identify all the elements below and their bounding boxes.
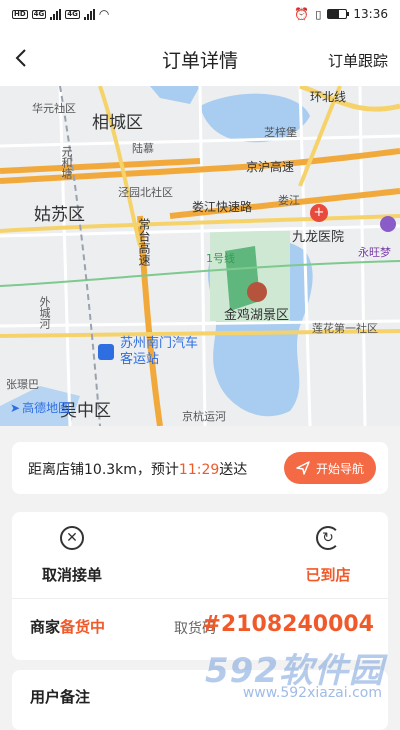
start-navigation-button[interactable]: 开始导航 xyxy=(284,452,376,484)
navigation-arrow-icon xyxy=(296,461,310,475)
hd-badge: HD xyxy=(12,10,28,19)
status-bar-right: ⏰ ▯ 13:36 xyxy=(294,7,388,21)
map-label-jiulong: 九龙医院 xyxy=(292,226,344,245)
clock: 13:36 xyxy=(353,7,388,21)
map-label-waicheng: 外城河 xyxy=(36,296,52,329)
pickup-code: #2108240004 xyxy=(202,612,374,637)
user-remark-label: 用户备注 xyxy=(30,686,90,707)
order-action-card: ✕ 取消接单 ↻ 已到店 商家备货中 取货码 #2108240004 xyxy=(12,512,388,660)
map-label-yongwang: 永旺梦 xyxy=(358,244,391,260)
cancel-order-button[interactable]: ✕ 取消接单 xyxy=(12,526,132,585)
bus-station-marker-icon[interactable] xyxy=(98,344,114,360)
map-label-jingquan: 泾园北社区 xyxy=(118,184,173,200)
map-label-zhangjing: 张璟巴 xyxy=(6,376,39,392)
signal-icon xyxy=(50,9,61,20)
map-label-xiangcheng: 相城区 xyxy=(92,108,143,133)
status-bar: HD 4G 4G ◠ ⏰ ▯ 13:36 xyxy=(0,0,400,30)
location-arrow-icon: ➤ xyxy=(10,401,20,415)
map-label-jinghang: 京杭运河 xyxy=(182,408,226,424)
map-label-changtai: 常台高速 xyxy=(136,218,153,266)
arrived-store-label: 已到店 xyxy=(268,564,388,585)
amap-logo: ➤ 高德地图 xyxy=(10,399,70,416)
mall-marker-icon[interactable] xyxy=(380,216,396,232)
battery-icon xyxy=(327,9,347,19)
alarm-icon: ⏰ xyxy=(294,7,309,21)
network-4g-badge-2: 4G xyxy=(65,10,80,19)
map-label-huayuan: 华元社区 xyxy=(32,100,76,116)
start-navigation-label: 开始导航 xyxy=(316,460,364,477)
map-label-busstation: 苏州南门汽车客运站 xyxy=(120,336,200,368)
map-label-jinjihu: 金鸡湖景区 xyxy=(224,304,289,323)
distance-prefix: 距离店铺10.3km，预计 xyxy=(28,462,179,478)
amap-logo-text: 高德地图 xyxy=(22,399,70,416)
distance-suffix: 送达 xyxy=(219,462,247,478)
map-canvas xyxy=(0,86,400,426)
wifi-icon: ◠ xyxy=(99,7,109,21)
map-label-gusu: 姑苏区 xyxy=(34,200,85,225)
distance-info: 距离店铺10.3km，预计11:29送达 xyxy=(28,459,247,479)
map-label-jinghu: 京沪高速 xyxy=(246,158,294,175)
merchant-prefix: 商家 xyxy=(30,618,60,636)
distance-card: 距离店铺10.3km，预计11:29送达 开始导航 xyxy=(12,442,388,494)
merchant-status-value: 备货中 xyxy=(60,618,105,636)
map-label-huanbei: 环北线 xyxy=(310,88,346,105)
map-label-loujiang: 娄江快速路 xyxy=(192,198,252,215)
map-label-lianhua: 莲花第一社区 xyxy=(312,320,378,336)
map-label-zhizhu: 芝梓堡 xyxy=(264,124,297,140)
scenic-marker-icon[interactable] xyxy=(247,282,267,302)
merchant-status: 商家备货中 xyxy=(30,616,105,637)
vibrate-icon: ▯ xyxy=(315,8,321,21)
arrived-store-button[interactable]: ↻ 已到店 xyxy=(268,526,388,585)
order-track-link[interactable]: 订单跟踪 xyxy=(328,50,388,71)
close-circle-icon: ✕ xyxy=(60,526,84,550)
map-label-luxu: 陆慕 xyxy=(132,140,154,156)
network-4g-badge: 4G xyxy=(32,10,47,19)
eta-time: 11:29 xyxy=(179,462,219,478)
status-bar-left: HD 4G 4G ◠ xyxy=(12,7,109,21)
map-label-yuanhe: 元和塘 xyxy=(58,146,74,179)
cancel-order-label: 取消接单 xyxy=(12,564,132,585)
watermark-url: www.592xiazai.com xyxy=(243,685,382,701)
signal-icon-2 xyxy=(84,9,95,20)
nav-bar: 订单详情 订单跟踪 xyxy=(0,30,400,86)
clock-refresh-icon: ↻ xyxy=(316,526,340,550)
site-watermark: 592软件园 www.592xiazai.com xyxy=(192,643,392,705)
hospital-marker-icon[interactable]: + xyxy=(310,204,328,222)
map-label-loujiang2: 娄江 xyxy=(278,192,300,208)
map-label-metro1: 1号线 xyxy=(206,250,235,266)
map-view[interactable]: 华元社区 相城区 陆慕 芝梓堡 环北线 元和塘 京沪高速 泾园北社区 姑苏区 常… xyxy=(0,86,400,426)
divider xyxy=(12,598,388,599)
